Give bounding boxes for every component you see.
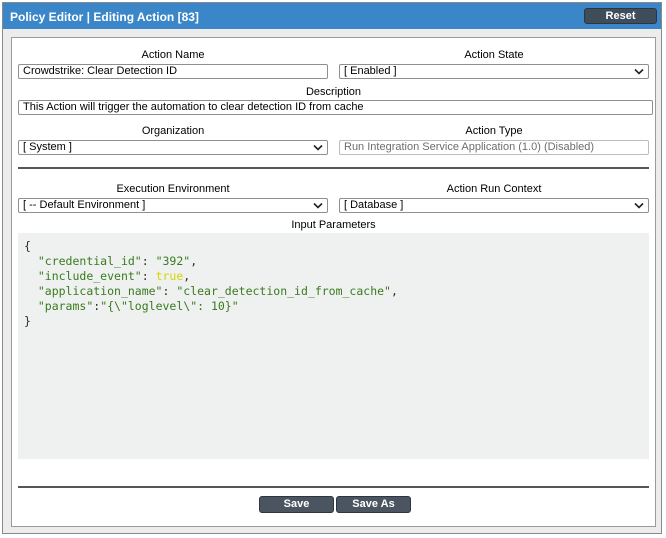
code-value: true (155, 269, 184, 283)
reset-button[interactable]: Reset (584, 8, 657, 24)
policy-editor-window: Policy Editor | Editing Action [83] Rese… (2, 2, 662, 534)
action-name-input[interactable]: Crowdstrike: Clear Detection ID (18, 64, 328, 79)
code-line: "params":"{\"loglevel\": 10}" (24, 299, 239, 313)
action-run-context-label: Action Run Context (446, 183, 542, 195)
action-run-context-value: [ Database ] (344, 199, 404, 211)
action-type-field: Run Integration Service Application (1.0… (339, 140, 649, 155)
organization-value: [ System ] (23, 141, 72, 153)
code-separator: : (141, 254, 156, 268)
description-label: Description (305, 86, 362, 98)
save-button[interactable]: Save (259, 496, 334, 513)
code-line: "include_event": true, (24, 269, 190, 283)
code-close-brace: } (24, 314, 31, 328)
execution-environment-label: Execution Environment (116, 183, 230, 195)
chevron-down-icon (634, 68, 644, 75)
code-comma: , (190, 254, 198, 268)
chevron-down-icon (634, 202, 644, 209)
title-bar: Policy Editor | Editing Action [83] Rese… (3, 3, 661, 29)
input-parameters-label: Input Parameters (291, 219, 376, 231)
code-open-brace: { (24, 239, 31, 253)
bottom-divider (18, 486, 649, 488)
section-divider (18, 167, 649, 169)
description-input[interactable]: This Action will trigger the automation … (18, 100, 653, 115)
action-state-label: Action State (464, 49, 524, 61)
code-lines: "credential_id": "392", "include_event":… (24, 254, 398, 313)
organization-select[interactable]: [ System ] (18, 140, 328, 155)
action-run-context-select[interactable]: [ Database ] (339, 198, 649, 213)
action-state-value: [ Enabled ] (344, 65, 397, 77)
code-key: "params" (37, 299, 94, 313)
code-value: "clear_detection_id_from_cache" (176, 284, 391, 298)
code-key: "include_event" (37, 269, 142, 283)
input-parameters-editor[interactable]: { "credential_id": "392", "include_event… (18, 233, 649, 459)
code-comma: , (390, 284, 398, 298)
code-key: "application_name" (37, 284, 163, 298)
execution-environment-value: [ -- Default Environment ] (23, 199, 146, 211)
action-type-label: Action Type (465, 125, 523, 137)
code-line: "credential_id": "392", (24, 254, 197, 268)
code-comma: , (183, 269, 191, 283)
code-key: "credential_id" (37, 254, 142, 268)
code-separator: : (141, 269, 156, 283)
chevron-down-icon (313, 144, 323, 151)
organization-label: Organization (141, 125, 205, 137)
code-line: "application_name": "clear_detection_id_… (24, 284, 398, 298)
chevron-down-icon (313, 202, 323, 209)
window-title: Policy Editor | Editing Action [83] (10, 10, 199, 24)
save-as-button[interactable]: Save As (336, 496, 411, 513)
code-separator: : (162, 284, 177, 298)
action-name-label: Action Name (141, 49, 205, 61)
code-value: "{\"loglevel\": 10}" (100, 299, 239, 313)
code-value: "392" (155, 254, 191, 268)
execution-environment-select[interactable]: [ -- Default Environment ] (18, 198, 328, 213)
action-state-select[interactable]: [ Enabled ] (339, 64, 649, 79)
action-form-panel: Action Name Action State Crowdstrike: Cl… (11, 37, 656, 527)
